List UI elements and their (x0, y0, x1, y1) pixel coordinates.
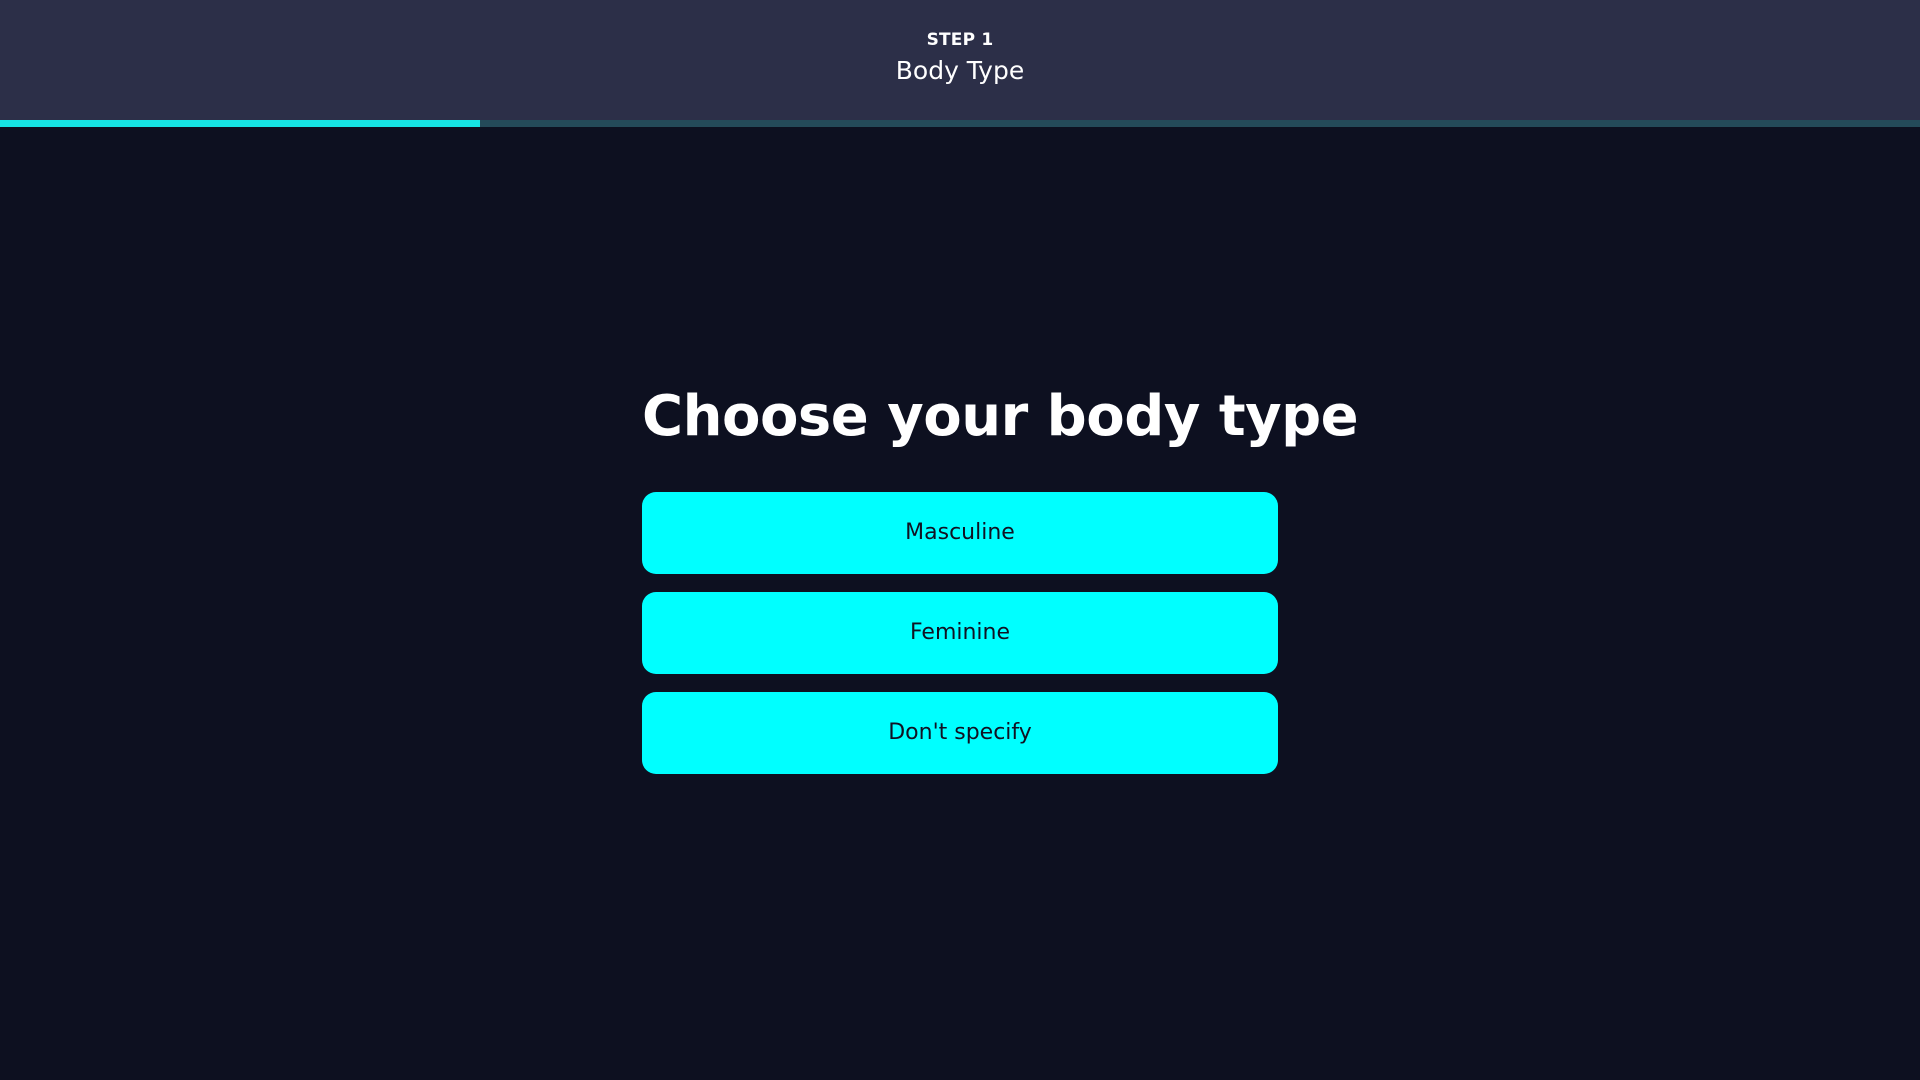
question-title: Choose your body type (642, 384, 1359, 449)
progress-bar (0, 120, 1920, 127)
option-feminine-button[interactable]: Feminine (642, 592, 1278, 674)
main-content: Choose your body type Masculine Feminine… (642, 380, 1359, 792)
header: STEP 1 Body Type (0, 0, 1920, 120)
options-list: Masculine Feminine Don't specify (642, 492, 1278, 774)
option-masculine-button[interactable]: Masculine (642, 492, 1278, 574)
option-dont-specify-button[interactable]: Don't specify (642, 692, 1278, 774)
step-title: Body Type (895, 56, 1025, 85)
step-label: STEP 1 (926, 30, 994, 50)
progress-fill (0, 120, 480, 127)
